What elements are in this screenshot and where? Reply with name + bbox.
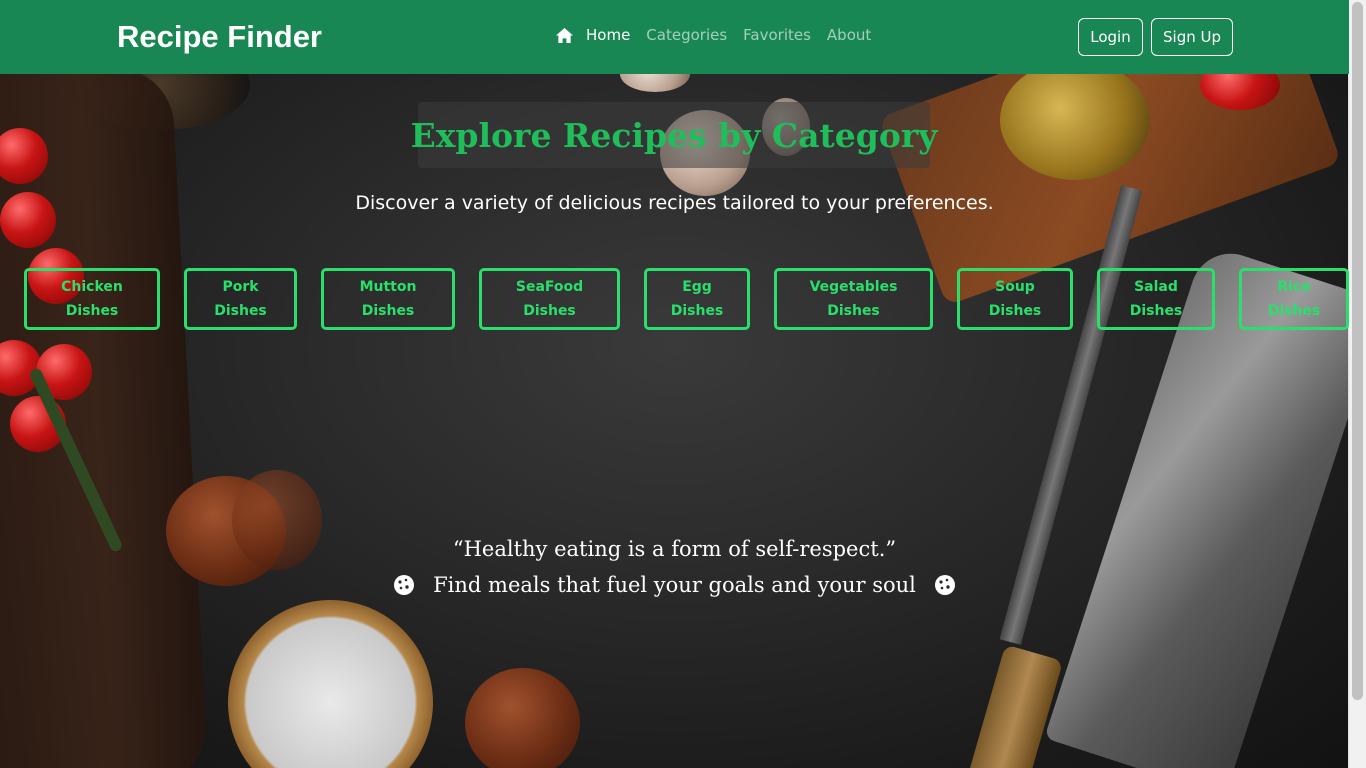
category-line1: Salad (1134, 279, 1178, 295)
page-title: Explore Recipes by Category (411, 102, 937, 168)
fork-handle (966, 644, 1064, 768)
category-line2: Dishes (65, 303, 119, 319)
category-line2: Dishes (523, 303, 576, 319)
category-vegetables-button[interactable]: Vegetables Dishes (774, 268, 933, 330)
category-soup-button[interactable]: Soup Dishes (957, 268, 1073, 330)
category-line1: Pork (222, 279, 259, 295)
category-line1: Mutton (359, 279, 417, 295)
login-button[interactable]: Login (1078, 18, 1143, 56)
category-line2: Dishes (1129, 303, 1183, 319)
app-root: Recipe Finder Home Categories Favorites … (0, 0, 1366, 768)
cookie-icon (934, 575, 955, 595)
brand-logo[interactable]: Recipe Finder (117, 19, 322, 55)
salt-bowl (228, 600, 433, 768)
category-line1: Chicken (61, 279, 123, 295)
vertical-scrollbar[interactable] (1348, 0, 1366, 768)
nav-links: Home Categories Favorites About (555, 26, 887, 44)
category-rice-button[interactable]: Rice Dishes (1239, 268, 1349, 330)
navbar: Recipe Finder Home Categories Favorites … (0, 0, 1349, 74)
category-chicken-button[interactable]: Chicken Dishes (24, 268, 160, 330)
tagline-text: Find meals that fuel your goals and your… (433, 573, 916, 597)
nav-link-about[interactable]: About (827, 26, 871, 44)
category-line2: Dishes (827, 303, 880, 319)
category-egg-button[interactable]: Egg Dishes (644, 268, 750, 330)
category-seafood-button[interactable]: SeaFood Dishes (479, 268, 620, 330)
category-buttons: Chicken Dishes Pork Dishes Mutton Dishes… (0, 268, 1349, 334)
category-line2: Dishes (361, 303, 415, 319)
nav-link-label: Home (586, 26, 631, 44)
category-line1: Soup (995, 279, 1035, 295)
nav-link-home[interactable]: Home (555, 26, 630, 44)
category-line2: Dishes (214, 303, 267, 319)
category-line1: Vegetables (809, 279, 898, 295)
category-line1: Egg (682, 279, 712, 295)
category-line1: Rice (1277, 279, 1311, 295)
nav-link-favorites[interactable]: Favorites (743, 26, 811, 44)
home-icon (556, 27, 573, 43)
scrollbar-thumb[interactable] (1352, 2, 1363, 700)
category-salad-button[interactable]: Salad Dishes (1097, 268, 1215, 330)
signup-button[interactable]: Sign Up (1151, 18, 1233, 56)
salt-shaker (465, 668, 580, 768)
category-line2: Dishes (1267, 303, 1321, 319)
quote-text: “Healthy eating is a form of self-respec… (452, 537, 897, 561)
category-mutton-button[interactable]: Mutton Dishes (321, 268, 455, 330)
quote-tagline: Find meals that fuel your goals and your… (0, 573, 1349, 597)
oil-bottle (1000, 60, 1150, 180)
page-subtitle: Discover a variety of delicious recipes … (355, 192, 994, 214)
category-pork-button[interactable]: Pork Dishes (184, 268, 297, 330)
category-line2: Dishes (670, 303, 724, 319)
nav-link-categories[interactable]: Categories (646, 26, 727, 44)
category-line2: Dishes (988, 303, 1042, 319)
category-line1: SeaFood (515, 279, 584, 295)
cookie-icon (394, 575, 415, 595)
